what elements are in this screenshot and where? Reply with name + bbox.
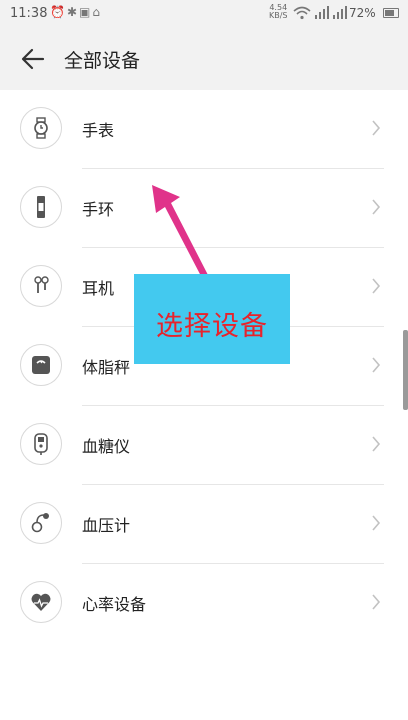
annotation-text: 选择设备 bbox=[156, 311, 268, 342]
battery-icon bbox=[383, 8, 399, 18]
device-label: 血压计 bbox=[82, 516, 131, 535]
heart-rate-icon bbox=[20, 581, 62, 623]
glucose-meter-icon bbox=[20, 423, 62, 465]
chevron-right-icon bbox=[371, 119, 381, 141]
device-item-blood-pressure[interactable]: 血压计 bbox=[0, 485, 408, 564]
band-icon bbox=[20, 186, 62, 228]
app-bar: 全部设备 bbox=[0, 28, 408, 90]
chevron-right-icon bbox=[371, 198, 381, 220]
status-time: 11:38 bbox=[10, 6, 48, 21]
battery-percent: 72% bbox=[349, 6, 376, 20]
device-item-heart-rate[interactable]: 心率设备 bbox=[0, 564, 408, 643]
blood-pressure-icon bbox=[20, 502, 62, 544]
chevron-right-icon bbox=[371, 435, 381, 457]
device-item-watch[interactable]: 手表 bbox=[0, 90, 408, 169]
device-label: 血糖仪 bbox=[82, 437, 131, 456]
earphone-icon bbox=[20, 265, 62, 307]
signal-icon bbox=[313, 6, 329, 24]
pointer-arrow-icon bbox=[140, 175, 220, 284]
device-item-glucose-meter[interactable]: 血糖仪 bbox=[0, 406, 408, 485]
device-label: 手环 bbox=[82, 200, 115, 219]
signal-icon-2 bbox=[331, 6, 347, 24]
status-bar: 11:38 ⏰✱▣⌂ 4.54 KB/S 72% bbox=[0, 0, 408, 28]
device-label: 耳机 bbox=[82, 279, 115, 298]
network-speed: 4.54 KB/S bbox=[269, 4, 288, 20]
chevron-right-icon bbox=[371, 356, 381, 378]
device-list: 手表 手环 耳机 体脂秤 血糖仪 血压计 心率设备 bbox=[0, 90, 408, 643]
annotation-box: 选择设备 bbox=[134, 274, 290, 364]
back-arrow-icon[interactable] bbox=[20, 46, 46, 72]
device-label: 体脂秤 bbox=[82, 358, 131, 377]
status-notification-icons: ⏰✱▣⌂ bbox=[50, 5, 102, 19]
chevron-right-icon bbox=[371, 277, 381, 299]
wifi-icon bbox=[293, 6, 311, 24]
chevron-right-icon bbox=[371, 593, 381, 615]
scrollbar[interactable] bbox=[403, 330, 408, 410]
scale-icon bbox=[20, 344, 62, 386]
device-label: 心率设备 bbox=[82, 595, 147, 614]
page-title: 全部设备 bbox=[64, 50, 141, 72]
device-label: 手表 bbox=[82, 121, 115, 140]
watch-icon bbox=[20, 107, 62, 149]
network-speed-unit: KB/S bbox=[269, 11, 288, 20]
chevron-right-icon bbox=[371, 514, 381, 536]
